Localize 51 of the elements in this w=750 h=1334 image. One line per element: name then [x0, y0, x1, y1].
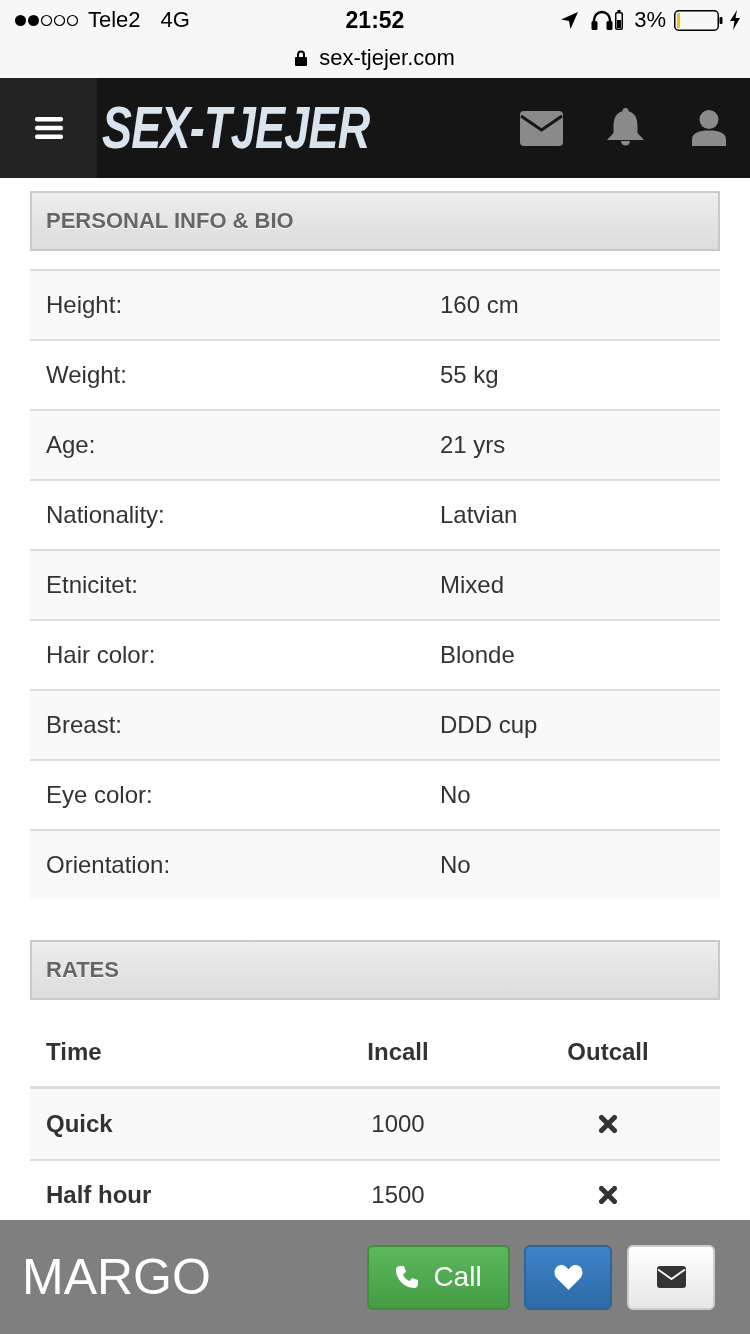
message-button[interactable] [627, 1244, 715, 1310]
headphones-icon [591, 10, 614, 30]
column-header: Incall [366, 1038, 430, 1066]
user-icon[interactable] [692, 110, 726, 146]
charging-bolt-icon [730, 10, 740, 30]
notification-bell-icon[interactable] [606, 108, 645, 148]
info-label: Weight: [45, 361, 128, 389]
phone-icon [395, 1265, 420, 1289]
info-label: Orientation: [45, 851, 172, 879]
time-cell: Quick [46, 1110, 113, 1137]
battery-icon [674, 9, 723, 31]
location-arrow-icon [561, 11, 579, 29]
clock-time: 21:52 [345, 6, 405, 34]
network-type: 4G [160, 7, 190, 33]
info-label: Hair color: [45, 641, 157, 669]
info-value: No [439, 851, 472, 879]
favorite-button[interactable] [524, 1244, 612, 1310]
column-header: Time [45, 1038, 103, 1066]
info-value: Mixed [439, 571, 506, 599]
info-label: Breast: [45, 711, 124, 739]
site-logo[interactable]: SEX-TJEJER [102, 98, 370, 158]
info-value: 160 cm [439, 291, 520, 319]
incall-cell: 1000 [371, 1110, 425, 1138]
lock-icon [295, 50, 308, 66]
carrier-name: Tele2 [88, 7, 141, 33]
info-label: Eye color: [45, 781, 154, 809]
mail-icon[interactable] [520, 110, 563, 146]
info-value: No [439, 781, 472, 809]
info-label: Etnicitet: [45, 571, 140, 599]
heart-icon [553, 1264, 583, 1290]
info-value: 21 yrs [439, 431, 507, 459]
info-value: Latvian [439, 501, 519, 529]
column-header: Outcall [566, 1038, 650, 1066]
info-label: Nationality: [45, 501, 166, 529]
profile-name: MARGO [22, 1252, 211, 1302]
section-header: RATES [30, 940, 720, 1000]
small-battery-icon [615, 10, 624, 30]
battery-percent: 3% [634, 7, 666, 33]
info-value: DDD cup [439, 711, 539, 739]
incall-cell: 1500 [371, 1181, 425, 1209]
menu-button[interactable] [0, 78, 97, 178]
envelope-icon [656, 1266, 686, 1288]
url-text[interactable]: sex-tjejer.com [319, 45, 455, 71]
info-label: Age: [45, 431, 97, 459]
info-label: Height: [45, 291, 124, 319]
signal-icon [14, 13, 80, 27]
info-value: Blonde [439, 641, 516, 669]
time-cell: Half hour [46, 1181, 152, 1208]
section-header: PERSONAL INFO & BIO [30, 191, 720, 251]
menu-icon [34, 117, 63, 139]
info-value: 55 kg [439, 361, 500, 389]
